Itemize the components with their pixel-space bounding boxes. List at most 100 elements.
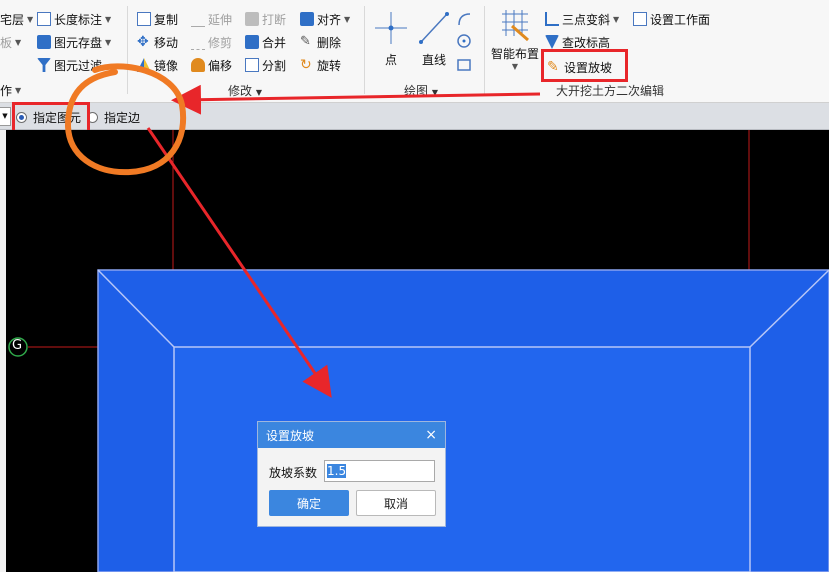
merge-button[interactable]: 合并 (245, 32, 286, 52)
slope-coefficient-value: 1.5 (327, 464, 347, 478)
point-button[interactable]: 点 (374, 8, 408, 67)
element-filter-button[interactable]: 图元过滤 (37, 55, 102, 75)
arc-button[interactable] (456, 9, 472, 29)
three-point-slope-icon (545, 12, 559, 26)
line-button[interactable]: 直线 (417, 8, 451, 67)
length-dimension-icon (37, 12, 51, 26)
trim-label: 修剪 (208, 35, 233, 50)
element-filter-label: 图元过滤 (54, 58, 103, 73)
offset-icon (191, 58, 205, 72)
chevron-down-icon: ▼ (27, 14, 34, 24)
annotation-highlight-set-slope (541, 49, 628, 82)
trim-icon (191, 35, 205, 50)
align-label: 对齐 (317, 12, 342, 27)
chevron-down-icon: ▼ (431, 88, 438, 97)
copy-button[interactable]: 复制 (137, 9, 178, 29)
split-icon (245, 58, 259, 72)
element-save-button[interactable]: 图元存盘 ▼ (37, 32, 111, 52)
ribbon-group-operate-label: 作 (0, 83, 13, 98)
break-label: 打断 (262, 12, 287, 27)
extend-button[interactable]: 延伸 (191, 9, 232, 29)
ribbon-separator (127, 6, 128, 94)
cancel-button[interactable]: 取消 (356, 490, 436, 516)
smart-layout-icon (502, 10, 529, 42)
split-label: 分割 (262, 58, 287, 73)
group-label-draw-text: 绘图 (404, 84, 429, 98)
align-icon (300, 12, 314, 26)
arc-icon (458, 13, 471, 26)
line-label: 直线 (421, 53, 446, 67)
point-label: 点 (384, 53, 397, 67)
axis-label-g: G (12, 338, 23, 353)
ribbon-item-board-label: 板 (0, 35, 13, 50)
rotate-button[interactable]: ↻ 旋转 (300, 55, 341, 75)
delete-icon: ✎ (300, 34, 311, 49)
chevron-down-icon: ▼ (511, 62, 519, 71)
split-button[interactable]: 分割 (245, 55, 286, 75)
group-label-modify: 修改 ▼ (228, 82, 262, 99)
three-point-slope-button[interactable]: 三点变斜 ▼ (545, 9, 619, 29)
ribbon-item-layer-label: 宅层 (0, 12, 25, 27)
move-button[interactable]: ✥ 移动 (137, 32, 178, 52)
copy-icon (137, 12, 151, 26)
element-save-label: 图元存盘 (54, 35, 103, 50)
set-slope-dialog: 设置放坡 × 放坡系数 1.5 确定 取消 (257, 421, 446, 527)
ribbon-separator (484, 6, 485, 94)
extend-icon (191, 12, 205, 27)
length-dimension-label: 长度标注 (54, 12, 103, 27)
element-save-icon (37, 35, 51, 49)
ribbon-item-board[interactable]: 板 ▼ (0, 32, 21, 52)
toolbar-dropdown[interactable]: ▼ (0, 107, 11, 126)
merge-icon (245, 35, 259, 49)
chevron-down-icon: ▼ (15, 85, 22, 95)
mirror-button[interactable]: 镜像 (137, 55, 178, 75)
rotate-label: 旋转 (317, 58, 342, 73)
point-icon (375, 12, 407, 44)
circle-button[interactable] (456, 31, 472, 51)
radio-specify-edge[interactable]: 指定边 (87, 109, 140, 126)
option-toolbar: ▼ 指定图元 指定边 (0, 102, 829, 133)
rectangle-button[interactable] (456, 55, 472, 75)
ok-button[interactable]: 确定 (269, 490, 349, 516)
chevron-down-icon: ▼ (15, 37, 22, 47)
rotate-icon: ↻ (300, 57, 312, 73)
slope-coefficient-input[interactable]: 1.5 (324, 460, 435, 482)
dialog-titlebar: 设置放坡 × (258, 422, 445, 448)
set-work-face-button[interactable]: 设置工作面 (633, 9, 710, 29)
length-dimension-button[interactable]: 长度标注 ▼ (37, 9, 111, 29)
mirror-icon (137, 58, 151, 72)
ribbon-group-label-operate[interactable]: 作 ▼ (0, 80, 21, 100)
rectangle-icon (457, 59, 471, 71)
offset-button[interactable]: 偏移 (191, 55, 232, 75)
chevron-down-icon: ▼ (2, 112, 8, 120)
circle-icon (457, 34, 471, 48)
radio-specify-edge-label: 指定边 (104, 111, 141, 125)
delete-button[interactable]: ✎ 删除 (300, 32, 341, 52)
smart-layout-button[interactable]: 智能布置 ▼ (490, 8, 540, 76)
group-label-draw: 绘图 ▼ (404, 82, 438, 99)
ribbon-separator (364, 6, 365, 94)
ribbon: 宅层 ▼ 板 ▼ 作 ▼ 长度标注 ▼ 图元存盘 ▼ 图元过滤 复制 延伸 打断 对齐 ▼ … (0, 0, 829, 103)
chevron-down-icon: ▼ (255, 88, 262, 97)
chevron-down-icon: ▼ (105, 37, 112, 47)
group-label-secondary-edit: 大开挖土方二次编辑 (556, 82, 664, 99)
extend-label: 延伸 (208, 12, 233, 27)
set-work-face-label: 设置工作面 (650, 12, 711, 27)
copy-label: 复制 (154, 12, 179, 27)
trim-button[interactable]: 修剪 (191, 32, 232, 52)
change-elevation-icon (545, 35, 559, 49)
close-icon[interactable]: × (425, 427, 437, 443)
chevron-down-icon: ▼ (105, 14, 112, 24)
mirror-label: 镜像 (154, 58, 179, 73)
break-icon (245, 12, 259, 26)
ribbon-item-layer[interactable]: 宅层 ▼ (0, 9, 33, 29)
smart-layout-label: 智能布置 (490, 47, 539, 61)
offset-label: 偏移 (208, 58, 233, 73)
annotation-highlight-specify-element (12, 102, 90, 133)
align-button[interactable]: 对齐 ▼ (300, 9, 350, 29)
chevron-down-icon: ▼ (613, 14, 620, 24)
move-label: 移动 (154, 35, 179, 50)
set-work-face-icon (633, 12, 647, 26)
dialog-title: 设置放坡 (266, 428, 315, 443)
break-button[interactable]: 打断 (245, 9, 286, 29)
